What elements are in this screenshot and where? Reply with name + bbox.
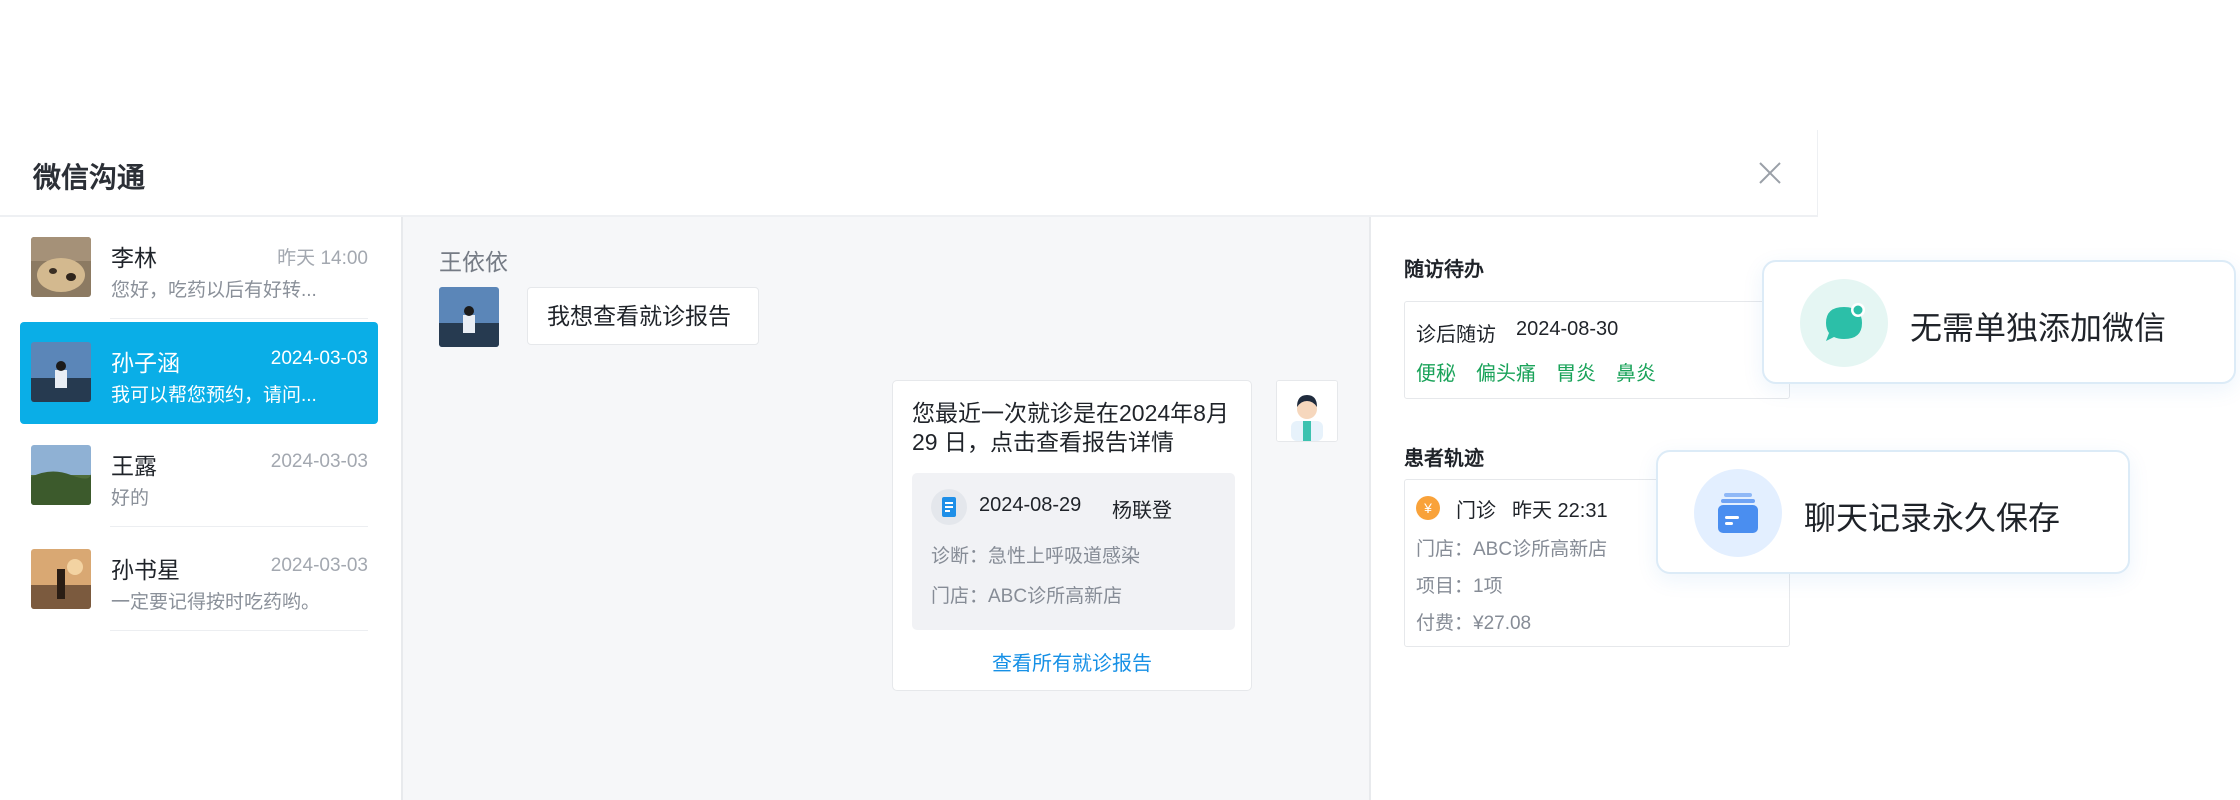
visit-items: 项目：1项: [1416, 576, 1503, 597]
message-text: 您最近一次就诊是在2024年8月29 日，点击查看报告详情: [912, 400, 1229, 455]
symptom-tag: 偏头痛: [1476, 363, 1536, 385]
contact-item[interactable]: 李林 昨天 14:00 您好，吃药以后有好转...: [20, 217, 378, 319]
report-diagnosis: 诊断：急性上呼吸道感染: [931, 546, 1141, 567]
divider: [110, 526, 368, 527]
divider: [110, 630, 368, 631]
followup-card[interactable]: 诊后随访 2024-08-30 便秘 偏头痛 胃炎 鼻炎: [1404, 301, 1790, 399]
contact-time: 2024-03-03: [270, 451, 368, 472]
report-store: 门店：ABC诊所高新店: [931, 586, 1123, 607]
visit-type: 门诊: [1456, 500, 1496, 522]
followup-date: 2024-08-30: [1516, 318, 1619, 340]
close-icon: [1759, 162, 1781, 184]
visit-fee: 付费：¥27.08: [1416, 613, 1532, 634]
chat-user-name: 王依依: [439, 249, 508, 275]
report-icon: [931, 489, 967, 525]
outgoing-message: 您最近一次就诊是在2024年8月29 日，点击查看报告详情 2024-08-29…: [892, 380, 1252, 691]
contact-list: 李林 昨天 14:00 您好，吃药以后有好转... 孙子涵 2024-03-03…: [0, 217, 403, 800]
report-date: 2024-08-29: [979, 494, 1082, 516]
visit-time: 昨天 22:31: [1512, 500, 1608, 522]
contact-name: 孙子涵: [111, 350, 180, 376]
feature-text: 无需单独添加微信: [1910, 310, 2167, 346]
contact-time: 2024-03-03: [270, 348, 368, 369]
report-doctor: 杨联登: [1112, 500, 1172, 522]
feature-text: 聊天记录永久保存: [1804, 500, 2061, 536]
track-heading: 患者轨迹: [1404, 448, 1484, 470]
payment-icon: ¥: [1416, 496, 1440, 520]
contact-preview: 好的: [111, 488, 150, 509]
archive-box-icon: [1694, 469, 1782, 557]
window-header: 微信沟通: [0, 130, 1818, 217]
chat-area: 王依依 我想查看就诊报告 您最近一次就诊是在2024年8月29 日，点击查看报告…: [403, 217, 1371, 800]
avatar: [439, 287, 499, 347]
doctor-avatar: [1276, 380, 1338, 442]
symptom-tag: 便秘: [1416, 363, 1456, 385]
symptom-tag: 鼻炎: [1616, 363, 1656, 385]
wechat-chat-window: 微信沟通 李林 昨天 14:00 您好，吃药以后有好转... 孙子涵 2024-…: [0, 130, 1818, 800]
contact-name: 李林: [111, 245, 157, 271]
feature-card-no-add-wechat: 无需单独添加微信: [1762, 260, 2236, 384]
chat-bubble-icon: [1800, 279, 1888, 367]
followup-title: 诊后随访: [1416, 324, 1496, 346]
visit-store: 门店：ABC诊所高新店: [1416, 539, 1608, 560]
contact-time: 昨天 14:00: [277, 248, 368, 269]
window-title: 微信沟通: [33, 162, 146, 193]
report-card[interactable]: 2024-08-29 杨联登 诊断：急性上呼吸道感染 门店：ABC诊所高新店: [912, 473, 1235, 630]
contact-name: 孙书星: [111, 557, 180, 583]
contact-item-active[interactable]: 孙子涵 2024-03-03 我可以帮您预约，请问...: [20, 322, 378, 424]
todo-heading: 随访待办: [1404, 259, 1484, 281]
incoming-message: 我想查看就诊报告: [527, 287, 759, 345]
contact-preview: 一定要记得按时吃药哟。: [111, 592, 321, 613]
contact-name: 王露: [111, 453, 157, 479]
avatar: [31, 342, 91, 402]
close-button[interactable]: [1755, 158, 1785, 188]
symptom-tag: 胃炎: [1556, 363, 1596, 385]
contact-preview: 我可以帮您预约，请问...: [111, 385, 317, 406]
avatar: [31, 445, 91, 505]
contact-item[interactable]: 孙书星 2024-03-03 一定要记得按时吃药哟。: [20, 529, 378, 631]
avatar: [31, 549, 91, 609]
contact-item[interactable]: 王露 2024-03-03 好的: [20, 425, 378, 527]
contact-preview: 您好，吃药以后有好转...: [111, 280, 317, 301]
avatar: [31, 237, 91, 297]
feature-card-permanent-history: 聊天记录永久保存: [1656, 450, 2130, 574]
view-all-reports-link[interactable]: 查看所有就诊报告: [893, 647, 1251, 676]
divider: [110, 318, 368, 319]
contact-time: 2024-03-03: [270, 555, 368, 576]
